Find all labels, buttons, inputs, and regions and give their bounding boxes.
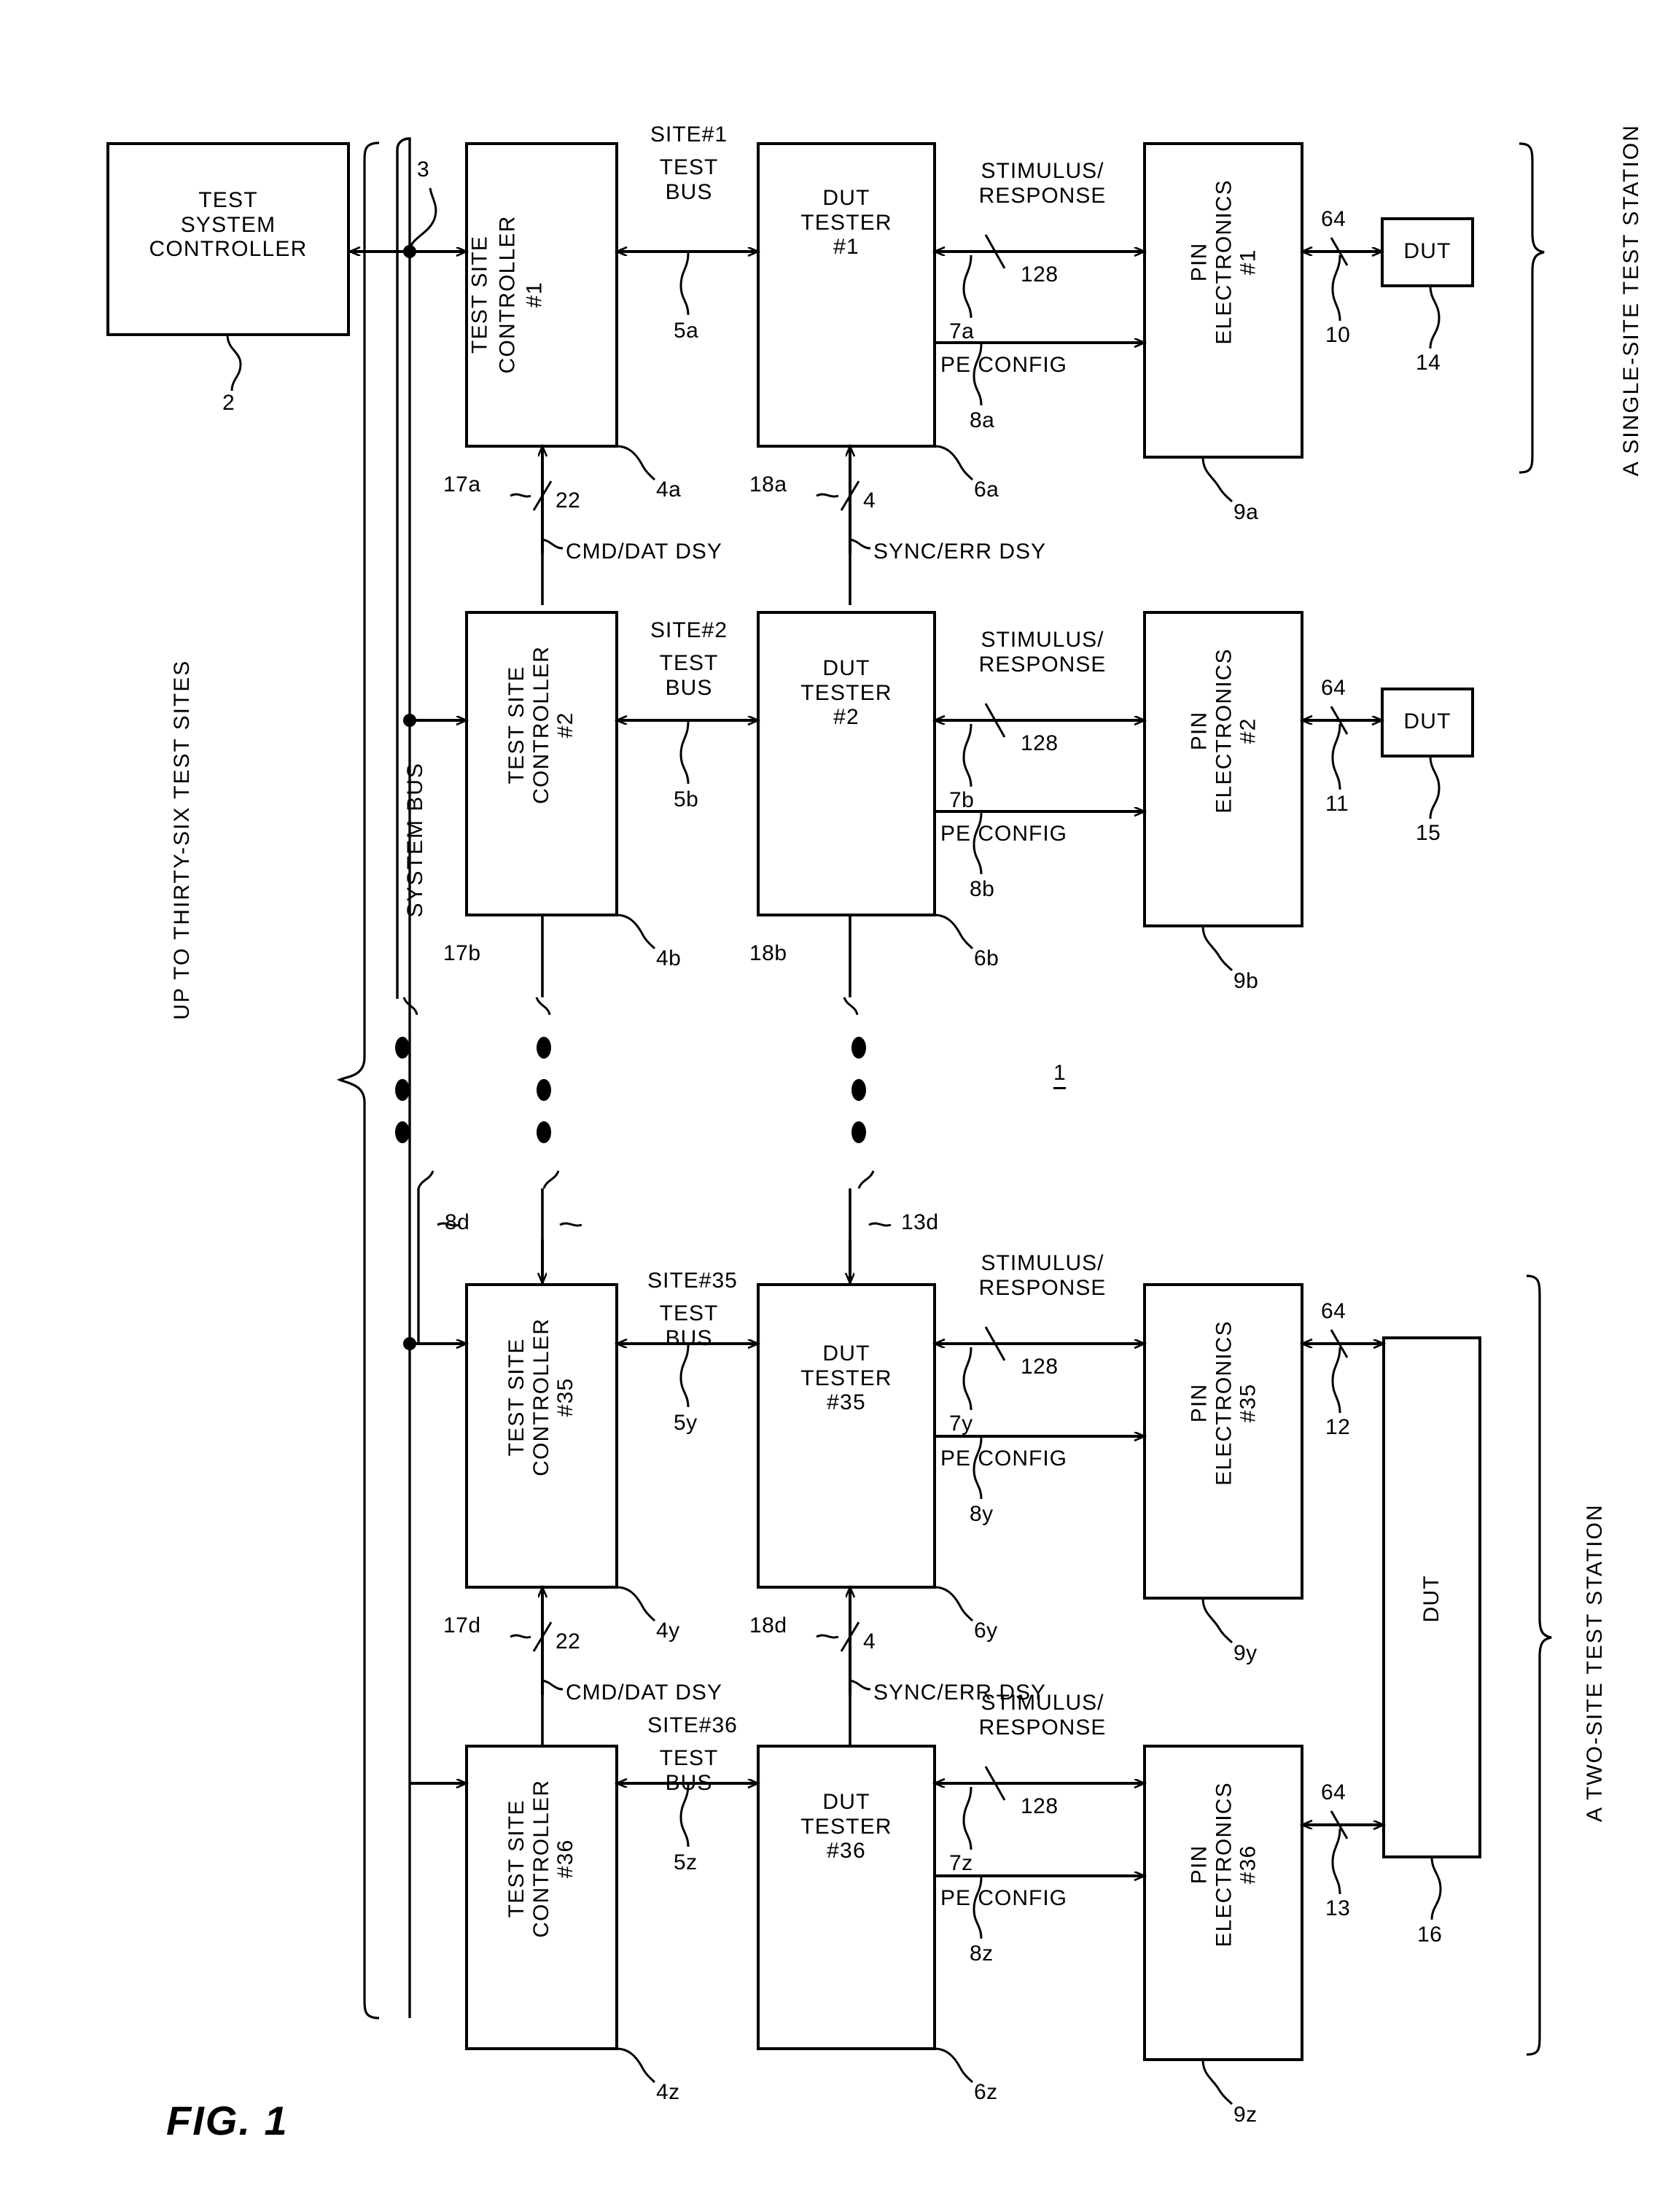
row1-cmd-width: 22 <box>556 488 581 513</box>
row4-pin-label: PIN ELECTRONICS #36 <box>1187 1782 1260 1947</box>
ref-3: 3 <box>417 157 430 182</box>
row3-bus-ref: 5y <box>674 1411 698 1435</box>
row3-dsy-sync-ref: 18d <box>749 1613 787 1637</box>
row1-sync-err-dsy-label: SYNC/ERR DSY <box>873 540 1047 564</box>
two-site-station-label: A TWO-SITE TEST STATION <box>1583 1503 1607 1823</box>
row1-pe-ref: 8a <box>970 408 995 432</box>
row4-tester-label: DUT TESTER #36 <box>800 1790 892 1864</box>
row1-test-bus-label: TEST BUS <box>659 155 719 204</box>
row1-sr-ref: 7a <box>949 319 975 343</box>
row1-dsy-cmd-ref: 17a <box>443 472 481 496</box>
row3-cmd-dat-dsy-label: CMD/DAT DSY <box>566 1681 722 1705</box>
row2-pin-ref: 9b <box>1233 969 1259 993</box>
row4-controller-ref: 4z <box>656 2080 680 2104</box>
figure-caption: FIG. 1 <box>166 2098 289 2143</box>
row2-controller-ref: 4b <box>656 946 682 970</box>
row3-dut-ref: 12 <box>1325 1415 1351 1439</box>
row1-tester-label: DUT TESTER #1 <box>800 186 892 260</box>
row3-dut-label: DUT <box>1419 1575 1444 1623</box>
row3-sr-ref: 7y <box>949 1411 973 1436</box>
row2-dut-label: DUT <box>1403 709 1451 733</box>
row1-stimulus-label: STIMULUS/RESPONSE <box>978 159 1107 208</box>
row2-controller-label: TEST SITE CONTROLLER #2 <box>504 645 578 804</box>
row1-dut-ref: 10 <box>1325 323 1351 347</box>
row3-site-title: SITE#35 <box>647 1269 738 1293</box>
row1-controller-label: TEST SITE CONTROLLER #1 <box>467 215 547 374</box>
row1-controller-ref: 4a <box>656 478 682 502</box>
row3-pe-ref: 8y <box>970 1502 994 1526</box>
row4-stimulus-width: 128 <box>1021 1794 1059 1818</box>
row1-sync-width: 4 <box>863 488 876 513</box>
row4-test-bus-label: TEST BUS <box>659 1746 719 1795</box>
row3-dsy-cmd-ref: 17d <box>443 1613 481 1637</box>
row4-bus-ref: 5z <box>674 1850 698 1874</box>
row3-sync-width: 4 <box>863 1629 876 1654</box>
patent-figure-page: TEST SYSTEM CONTROLLER 2 3 SYSTEM BUS UP T… <box>0 0 1676 2212</box>
row4-dut-ref: 13 <box>1325 1896 1351 1920</box>
system-bus-label: SYSTEM BUS <box>403 762 428 918</box>
row1-dut-label: DUT <box>1403 239 1451 263</box>
row2-dsy-cmd-ref: 17b <box>443 941 481 965</box>
row3-pe-config-label: PE CONFIG <box>940 1446 1068 1471</box>
row3-test-bus-label: TEST BUS <box>659 1301 719 1350</box>
row3-dut-width: 64 <box>1321 1299 1346 1323</box>
row4-pe-ref: 8z <box>970 1942 994 1966</box>
ref-2: 2 <box>222 391 235 415</box>
row2-dut-ref: 11 <box>1325 792 1349 816</box>
row3-pin-label: PIN ELECTRONICS #35 <box>1187 1320 1260 1486</box>
row4-dut-width: 64 <box>1321 1780 1346 1804</box>
row2-stimulus-width: 128 <box>1021 731 1059 755</box>
single-site-station-label: A SINGLE-SITE TEST STATION <box>1619 124 1644 477</box>
row3-tester-box <box>757 1283 936 1589</box>
row1-pin-ref: 9a <box>1233 500 1259 524</box>
up-to-sites-label: UP TO THIRTY-SIX TEST SITES <box>170 659 195 1020</box>
row2-dut-width: 64 <box>1321 676 1346 700</box>
row2-tester-label: DUT TESTER #2 <box>800 656 892 730</box>
row2-pin-label: PIN ELECTRONICS #2 <box>1187 648 1260 814</box>
row2-test-bus-label: TEST BUS <box>659 651 719 700</box>
row2-sr-ref: 7b <box>949 788 975 812</box>
row3-stimulus-width: 128 <box>1021 1355 1059 1379</box>
diagram-canvas <box>106 137 1552 2106</box>
row1-pin-label: PIN ELECTRONICS #1 <box>1187 179 1260 345</box>
row4-controller-label: TEST SITE CONTROLLER #36 <box>504 1779 578 1938</box>
row4-tester-ref: 6z <box>974 2080 998 2104</box>
row2-dut-block-ref: 15 <box>1416 821 1441 845</box>
row2-tester-ref: 6b <box>974 946 999 970</box>
row2-pe-config-label: PE CONFIG <box>940 822 1068 846</box>
ellipsis-cmd-ref: 8d <box>445 1210 470 1234</box>
row3-tester-label: DUT TESTER #35 <box>800 1341 892 1415</box>
row3-controller-label: TEST SITE CONTROLLER #35 <box>504 1317 578 1476</box>
row2-site-title: SITE#2 <box>650 618 728 642</box>
row1-dut-width: 64 <box>1321 207 1346 231</box>
row4-sr-ref: 7z <box>949 1851 973 1875</box>
row3-cmd-width: 22 <box>556 1629 581 1654</box>
row3-tester-ref: 6y <box>974 1619 998 1643</box>
row1-cmd-dat-dsy-label: CMD/DAT DSY <box>566 540 722 564</box>
row3-stimulus-label: STIMULUS/RESPONSE <box>978 1251 1107 1300</box>
row4-pe-config-label: PE CONFIG <box>940 1886 1068 1910</box>
row1-site-title: SITE#1 <box>650 122 728 147</box>
row2-stimulus-label: STIMULUS/RESPONSE <box>978 628 1107 677</box>
row4-site-title: SITE#36 <box>647 1713 738 1737</box>
row4-pin-ref: 9z <box>1233 2103 1258 2127</box>
row2-dsy-sync-ref: 18b <box>749 941 787 965</box>
row3-controller-ref: 4y <box>656 1619 680 1643</box>
row3-pin-ref: 9y <box>1233 1641 1258 1665</box>
row1-pe-config-label: PE CONFIG <box>940 353 1068 377</box>
row2-pe-ref: 8b <box>970 877 995 901</box>
row3-dut-block-ref: 16 <box>1417 1923 1443 1947</box>
system-ref-1: 1 <box>1053 1061 1067 1089</box>
row4-stimulus-label: STIMULUS/RESPONSE <box>978 1691 1107 1740</box>
row1-dut-block-ref: 14 <box>1416 351 1441 375</box>
ellipsis-sync-ref: 13d <box>901 1210 939 1234</box>
test-system-controller-label: TEST SYSTEM CONTROLLER <box>149 188 308 262</box>
row1-bus-ref: 5a <box>674 319 699 343</box>
row1-tester-ref: 6a <box>974 478 999 502</box>
row1-stimulus-width: 128 <box>1021 262 1059 287</box>
row2-bus-ref: 5b <box>674 787 699 811</box>
row1-dsy-sync-ref: 18a <box>749 472 787 496</box>
